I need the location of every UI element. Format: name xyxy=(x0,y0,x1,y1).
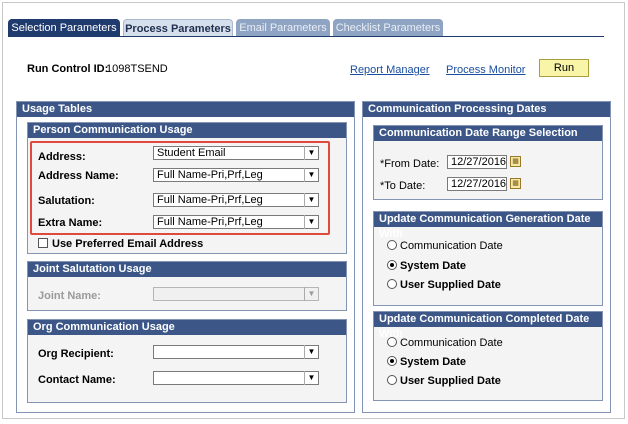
chevron-down-icon: ▼ xyxy=(304,371,318,385)
run-control-label: Run Control ID: xyxy=(27,63,109,75)
report-manager-link[interactable]: Report Manager xyxy=(350,64,430,76)
run-control-value: 1098TSEND xyxy=(106,63,168,75)
completed-date-title: Update Communication Completed Date With xyxy=(374,312,602,340)
tab-selection-parameters[interactable]: Selection Parameters xyxy=(8,19,120,37)
tab-process-parameters[interactable]: Process Parameters xyxy=(123,19,233,37)
process-monitor-link[interactable]: Process Monitor xyxy=(446,64,525,76)
gen-radio-user-supplied-date[interactable] xyxy=(387,279,397,289)
gen-option-user-supplied-date: User Supplied Date xyxy=(400,279,501,291)
org-recipient-select[interactable]: ▼ xyxy=(153,345,319,359)
highlight-box xyxy=(30,141,330,235)
gen-option-system-date: System Date xyxy=(400,260,467,272)
from-date-input[interactable]: 12/27/2016 xyxy=(447,155,507,169)
to-date-label: *To Date: xyxy=(380,180,426,192)
calendar-icon[interactable]: ▦ xyxy=(510,156,521,167)
run-button[interactable]: Run xyxy=(539,59,589,77)
comp-option-user-supplied-date: User Supplied Date xyxy=(400,375,501,387)
org-recipient-label: Org Recipient: xyxy=(38,348,114,360)
gen-radio-system-date[interactable] xyxy=(387,260,397,270)
from-date-label: *From Date: xyxy=(380,158,440,170)
gen-radio-communication-date[interactable] xyxy=(387,240,397,250)
org-comm-section: Org Communication Usage xyxy=(27,319,347,403)
comp-option-communication-date: Communication Date xyxy=(400,337,503,349)
generation-date-title: Update Communication Generation Date Wit… xyxy=(374,212,602,240)
chevron-down-icon: ▼ xyxy=(304,287,318,301)
tab-checklist-parameters[interactable]: Checklist Parameters xyxy=(333,19,443,37)
tab-email-parameters[interactable]: Email Parameters xyxy=(236,19,330,37)
tab-underline xyxy=(8,36,604,37)
preferred-email-label: Use Preferred Email Address xyxy=(52,238,204,250)
joint-salutation-title: Joint Salutation Usage xyxy=(28,262,346,277)
preferred-email-checkbox[interactable] xyxy=(38,238,48,248)
calendar-icon[interactable]: ▦ xyxy=(510,178,521,189)
chevron-down-icon: ▼ xyxy=(304,345,318,359)
comp-radio-user-supplied-date[interactable] xyxy=(387,375,397,385)
to-date-input[interactable]: 12/27/2016 xyxy=(447,177,507,191)
contact-name-select[interactable]: ▼ xyxy=(153,371,319,385)
usage-tables-title: Usage Tables xyxy=(17,102,354,117)
person-comm-title: Person Communication Usage xyxy=(28,123,346,138)
gen-option-communication-date: Communication Date xyxy=(400,240,503,252)
generation-date-section: Update Communication Generation Date Wit… xyxy=(373,211,603,306)
comp-radio-communication-date[interactable] xyxy=(387,337,397,347)
comp-option-system-date: System Date xyxy=(400,356,467,368)
joint-salutation-section: Joint Salutation Usage xyxy=(27,261,347,311)
joint-name-label: Joint Name: xyxy=(38,290,101,302)
comp-radio-system-date[interactable] xyxy=(387,356,397,366)
org-comm-title: Org Communication Usage xyxy=(28,320,346,335)
comm-dates-title: Communication Processing Dates xyxy=(363,102,610,117)
contact-name-label: Contact Name: xyxy=(38,374,116,386)
joint-name-select: ▼ xyxy=(153,287,319,301)
date-range-title: Communication Date Range Selection xyxy=(374,126,602,141)
